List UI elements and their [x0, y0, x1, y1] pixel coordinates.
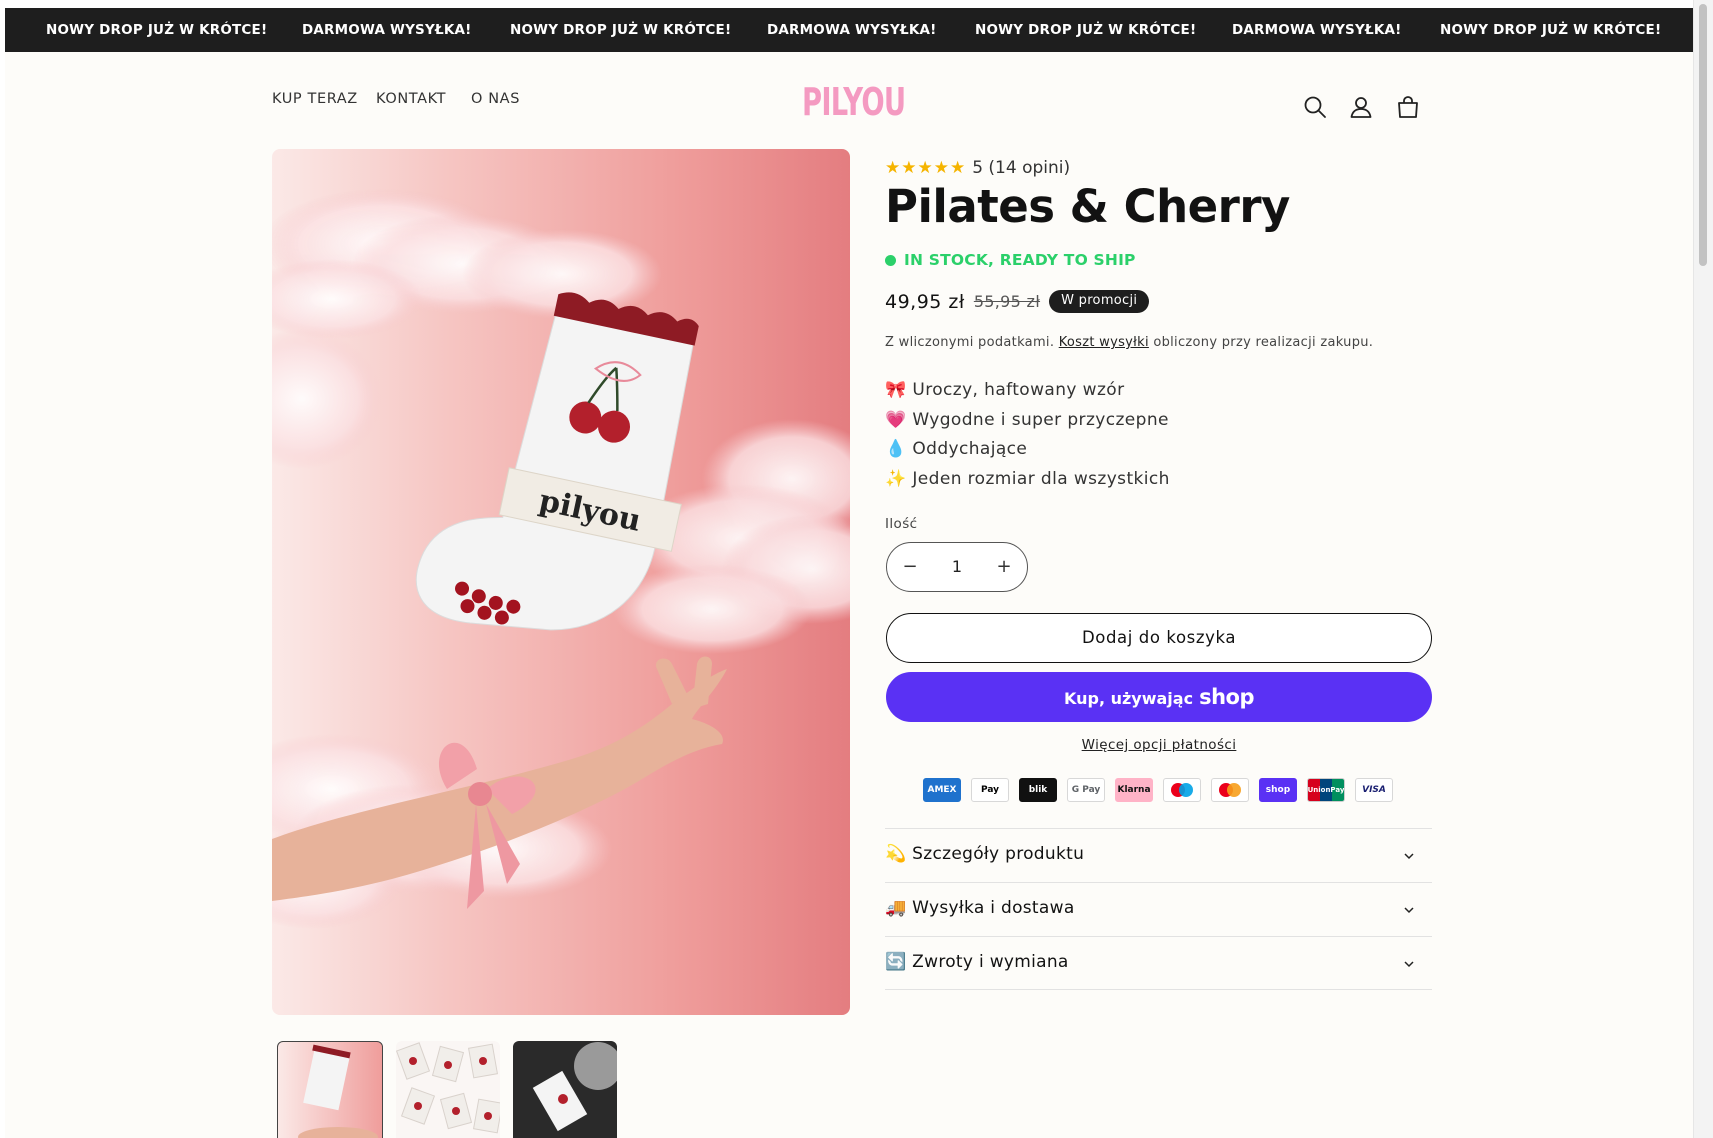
chevron-down-icon: [1404, 961, 1414, 968]
google-pay-icon: G Pay: [1067, 778, 1105, 802]
accordion-label: 🚚 Wysyłka i dostawa: [885, 898, 1075, 918]
thumbnail-studio-graphic: [532, 1042, 617, 1132]
accordion-label: 🔄 Zwroty i wymiana: [885, 952, 1069, 972]
scrollbar-thumb[interactable]: [1699, 4, 1707, 266]
announcement-item: DARMOWA WYSYŁKA!: [1232, 22, 1402, 38]
account-icon[interactable]: [1348, 94, 1374, 120]
tax-note-before: Z wliczonymi podatkami.: [885, 335, 1055, 350]
product-title: Pilates & Cherry: [885, 180, 1290, 233]
regular-price: 55,95 zł: [973, 292, 1041, 311]
announcement-item: NOWY DROP JUŻ W KRÓTCE!: [510, 22, 732, 38]
shop-pay-button[interactable]: Kup, używając shop: [886, 672, 1432, 722]
chevron-down-icon: [1404, 853, 1414, 860]
price-row: 49,95 zł 55,95 zł W promocji: [885, 290, 1150, 313]
feature-list: 🎀 Uroczy, haftowany wzór 💗 Wygodne i sup…: [885, 380, 1170, 498]
stock-status: IN STOCK, READY TO SHIP: [885, 251, 1136, 269]
chevron-down-icon: [1404, 907, 1414, 914]
nav-kup-teraz[interactable]: KUP TERAZ: [272, 91, 358, 107]
feature-item: 🎀 Uroczy, haftowany wzór: [885, 380, 1125, 400]
rating-text: 5 (14 opini): [972, 158, 1071, 178]
quantity-stepper: − 1 +: [886, 542, 1028, 592]
scrollbar[interactable]: [1693, 0, 1713, 1138]
accordion-shipping[interactable]: 🚚 Wysyłka i dostawa: [885, 882, 1432, 937]
product-main-image[interactable]: pilyou: [272, 149, 850, 1015]
unionpay-icon: UnionPay: [1307, 778, 1345, 802]
page: NOWY DROP JUŻ W KRÓTCE! DARMOWA WYSYŁKA!…: [5, 8, 1694, 1138]
amex-icon: AMEX: [923, 778, 961, 802]
maestro-icon: [1163, 778, 1201, 802]
visa-icon: VISA: [1355, 778, 1393, 802]
announcement-bar: NOWY DROP JUŻ W KRÓTCE! DARMOWA WYSYŁKA!…: [5, 8, 1694, 52]
accordion-divider: [885, 989, 1432, 990]
mastercard-icon: [1211, 778, 1249, 802]
quantity-increase-button[interactable]: +: [981, 543, 1027, 591]
more-payment-options-link[interactable]: Więcej opcji płatności: [886, 737, 1432, 753]
quantity-label: Ilość: [885, 516, 918, 532]
shop-pay-icon: shop: [1259, 778, 1297, 802]
sale-price: 49,95 zł: [885, 290, 965, 313]
shipping-cost-link[interactable]: Koszt wysyłki: [1059, 335, 1149, 350]
thumbnail-sock-graphic: [298, 1044, 378, 1138]
nav-o-nas[interactable]: O NAS: [471, 91, 520, 107]
cart-icon[interactable]: [1395, 94, 1421, 120]
announcement-item: NOWY DROP JUŻ W KRÓTCE!: [46, 22, 268, 38]
quantity-decrease-button[interactable]: −: [887, 543, 933, 591]
tax-note: Z wliczonymi podatkami. Koszt wysyłki ob…: [885, 335, 1373, 350]
thumbnail-2[interactable]: [396, 1041, 500, 1138]
product-illustration: pilyou: [272, 189, 850, 929]
sale-badge: W promocji: [1049, 290, 1150, 313]
thumbnail-3[interactable]: [513, 1041, 617, 1138]
cloud-left-top: [272, 329, 382, 469]
thumbnail-1[interactable]: [277, 1041, 383, 1138]
klarna-icon: Klarna: [1115, 778, 1153, 802]
thumbnail-pattern-graphic: [396, 1042, 500, 1134]
blik-icon: blik: [1019, 778, 1057, 802]
announcement-item: DARMOWA WYSYŁKA!: [302, 22, 472, 38]
add-to-cart-button[interactable]: Dodaj do koszyka: [886, 613, 1432, 663]
star-rating-icon: ★★★★★: [885, 158, 967, 178]
rating[interactable]: ★★★★★ 5 (14 opini): [885, 158, 1070, 178]
shop-logo: shop: [1199, 685, 1254, 709]
payment-icons: AMEX Pay blik G Pay Klarna shop UnionPay…: [923, 778, 1393, 802]
feature-item: ✨ Jeden rozmiar dla wszystkich: [885, 468, 1170, 489]
nav-kontakt[interactable]: KONTAKT: [376, 91, 446, 107]
announcement-item: NOWY DROP JUŻ W KRÓTCE!: [1440, 22, 1662, 38]
accordion-label: 💫 Szczegóły produktu: [885, 844, 1085, 864]
search-icon[interactable]: [1302, 94, 1328, 120]
feature-item: 💧 Oddychające: [885, 439, 1028, 459]
tax-note-after: obliczony przy realizacji zakupu.: [1153, 335, 1374, 350]
accordion-returns[interactable]: 🔄 Zwroty i wymiana: [885, 936, 1432, 991]
shop-pay-prefix: Kup, używając: [1063, 689, 1194, 708]
announcement-item: DARMOWA WYSYŁKA!: [767, 22, 937, 38]
logo[interactable]: PILYOU: [802, 80, 906, 124]
feature-item: 💗 Wygodne i super przyczepne: [885, 409, 1169, 430]
announcement-item: NOWY DROP JUŻ W KRÓTCE!: [975, 22, 1197, 38]
accordion-product-details[interactable]: 💫 Szczegóły produktu: [885, 828, 1432, 883]
apple-pay-icon: Pay: [971, 778, 1009, 802]
quantity-input[interactable]: 1: [933, 543, 981, 591]
stock-dot-icon: [885, 254, 896, 266]
stock-text: IN STOCK, READY TO SHIP: [904, 251, 1136, 269]
